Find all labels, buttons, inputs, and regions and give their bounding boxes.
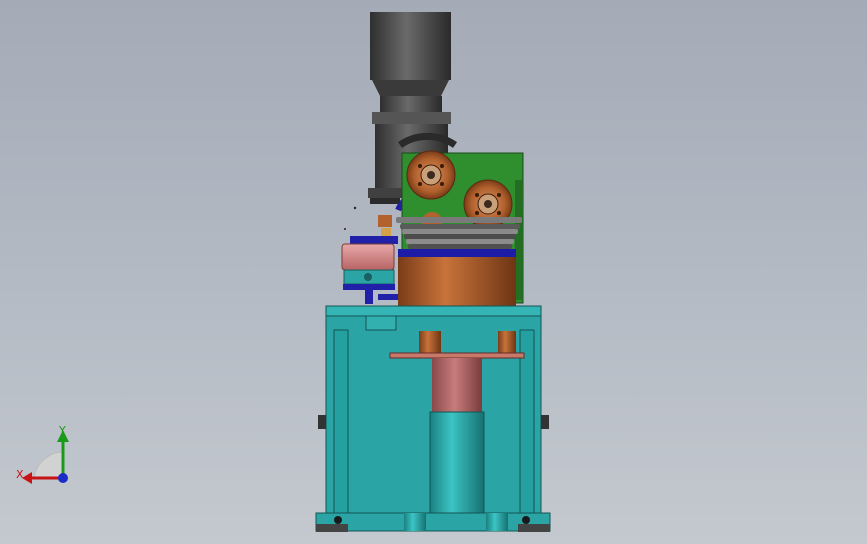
pink-pump[interactable] xyxy=(341,236,398,304)
cad-model-drawing[interactable] xyxy=(0,0,867,544)
triad-axes-icon xyxy=(22,430,69,484)
reference-triad xyxy=(10,420,80,496)
cad-graphics-viewport[interactable]: Y X xyxy=(0,0,867,544)
triad-x-label: X xyxy=(16,468,24,481)
pulley-upper-left xyxy=(406,150,456,200)
triad-y-label: Y xyxy=(59,424,66,437)
v-belt-pulleys[interactable] xyxy=(396,217,522,249)
